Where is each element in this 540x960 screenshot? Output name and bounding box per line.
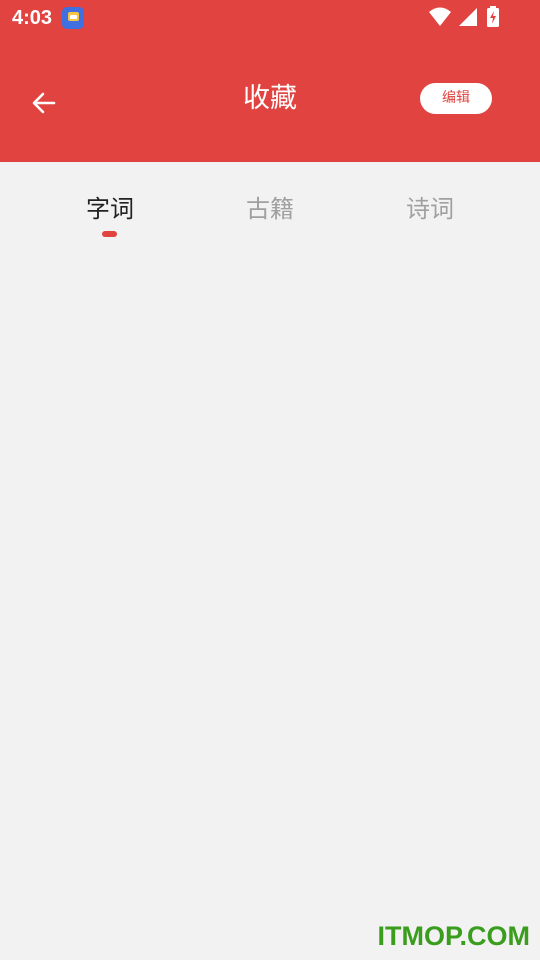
edit-button[interactable]: 编辑 [420, 83, 492, 114]
notification-app-icon [62, 7, 84, 29]
app-header: 4:03 收藏 编辑 [0, 0, 540, 162]
tab-words[interactable]: 字词 [50, 192, 170, 226]
category-tabs: 字词 古籍 诗词 [0, 162, 540, 242]
wifi-icon [429, 7, 451, 26]
status-bar: 4:03 [0, 0, 540, 36]
nav-bar: 收藏 编辑 [0, 62, 540, 136]
cell-signal-icon [459, 8, 477, 26]
tab-active-indicator [102, 231, 117, 237]
tab-poetry[interactable]: 诗词 [370, 192, 490, 226]
watermark: ITMOP.COM [377, 921, 530, 951]
battery-charging-icon [487, 6, 499, 27]
favorites-list [0, 242, 540, 960]
status-time: 4:03 [12, 7, 53, 29]
tab-ancient-books[interactable]: 古籍 [210, 192, 330, 226]
